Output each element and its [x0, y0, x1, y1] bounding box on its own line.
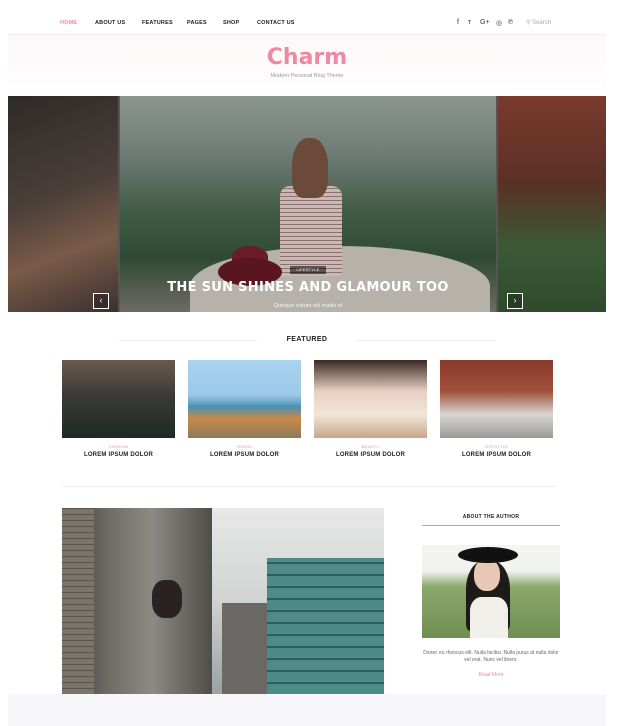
site-header: Charm Modern Personal Blog Theme [8, 35, 606, 95]
site-logo[interactable]: Charm [8, 45, 606, 70]
card-title[interactable]: LOREM IPSUM DOLOR [314, 452, 427, 458]
slide-person-hair [292, 138, 328, 198]
search-placeholder: Search [532, 20, 552, 26]
image-brick-wall [62, 508, 94, 694]
instagram-icon[interactable]: ◎ [496, 19, 502, 27]
section-divider [62, 486, 556, 487]
twitter-icon[interactable]: ᴛ [468, 19, 471, 26]
footer-band [8, 694, 606, 726]
author-photo [422, 545, 560, 638]
nav-item-pages[interactable]: PAGES [187, 20, 207, 26]
main-post-image[interactable] [62, 508, 384, 694]
nav-item-shop[interactable]: SHOP [223, 20, 239, 26]
card-category[interactable]: TRAVEL [188, 444, 301, 449]
card-image[interactable] [62, 360, 175, 438]
image-person [152, 580, 182, 618]
author-body [470, 597, 508, 638]
featured-section-title: FEATURED [286, 336, 328, 343]
slide-category-badge[interactable]: LIFESTYLE [290, 266, 326, 274]
card-title[interactable]: LOREM IPSUM DOLOR [62, 452, 175, 458]
featured-card[interactable]: FASHION LOREM IPSUM DOLOR [62, 360, 175, 458]
featured-card[interactable]: TRAVEL LOREM IPSUM DOLOR [188, 360, 301, 458]
slide-excerpt: Quisque rutrum elit mattis et [273, 303, 343, 309]
author-face [474, 559, 500, 591]
card-title[interactable]: LOREM IPSUM DOLOR [188, 452, 301, 458]
page: HOME ABOUT US FEATURES PAGES SHOP CONTAC… [8, 0, 606, 726]
image-building-middle [222, 603, 267, 694]
facebook-icon[interactable]: f [457, 19, 459, 26]
featured-card[interactable]: BEAUTY LOREM IPSUM DOLOR [314, 360, 427, 458]
site-tagline: Modern Personal Blog Theme [270, 73, 344, 79]
pinterest-icon[interactable]: ℗ [508, 19, 513, 26]
search-icon[interactable]: ⚲ [526, 20, 530, 26]
slide-image-next[interactable] [498, 96, 606, 312]
featured-card[interactable]: LIFESTYLE LOREM IPSUM DOLOR [440, 360, 553, 458]
card-image[interactable] [440, 360, 553, 438]
slide-title[interactable]: THE SUN SHINES AND GLAMOUR TOO [120, 280, 496, 295]
read-more-link[interactable]: Read More [422, 672, 560, 678]
nav-item-contact-us[interactable]: CONTACT US [257, 20, 295, 26]
slider-next-arrow-icon[interactable]: › [507, 293, 523, 309]
nav-item-features[interactable]: FEATURES [142, 20, 173, 26]
image-scaffold-building [267, 558, 384, 694]
slide-person-shirt [280, 186, 342, 276]
slide-image-previous[interactable] [8, 96, 118, 312]
about-author-title: ABOUT THE AUTHOR [462, 514, 520, 520]
google-plus-icon[interactable]: G+ [480, 19, 490, 26]
card-category[interactable]: FASHION [62, 444, 175, 449]
card-image[interactable] [188, 360, 301, 438]
card-title[interactable]: LOREM IPSUM DOLOR [440, 452, 553, 458]
card-image[interactable] [314, 360, 427, 438]
slider-prev-arrow-icon[interactable]: ‹ [93, 293, 109, 309]
about-author-underline [422, 525, 560, 526]
nav-item-home[interactable]: HOME [60, 20, 77, 26]
nav-item-about-us[interactable]: ABOUT US [95, 20, 125, 26]
card-category[interactable]: LIFESTYLE [440, 444, 553, 449]
author-bio: Donec eu rhoncus elit. Nulla facilisi. N… [423, 650, 559, 663]
author-hat [458, 547, 518, 563]
top-navigation: HOME ABOUT US FEATURES PAGES SHOP CONTAC… [8, 0, 606, 35]
featured-divider-right [356, 340, 496, 341]
search-field[interactable]: ⚲ Search [526, 19, 551, 26]
hero-slider: LIFESTYLE THE SUN SHINES AND GLAMOUR TOO… [8, 96, 606, 312]
card-category[interactable]: BEAUTY [314, 444, 427, 449]
